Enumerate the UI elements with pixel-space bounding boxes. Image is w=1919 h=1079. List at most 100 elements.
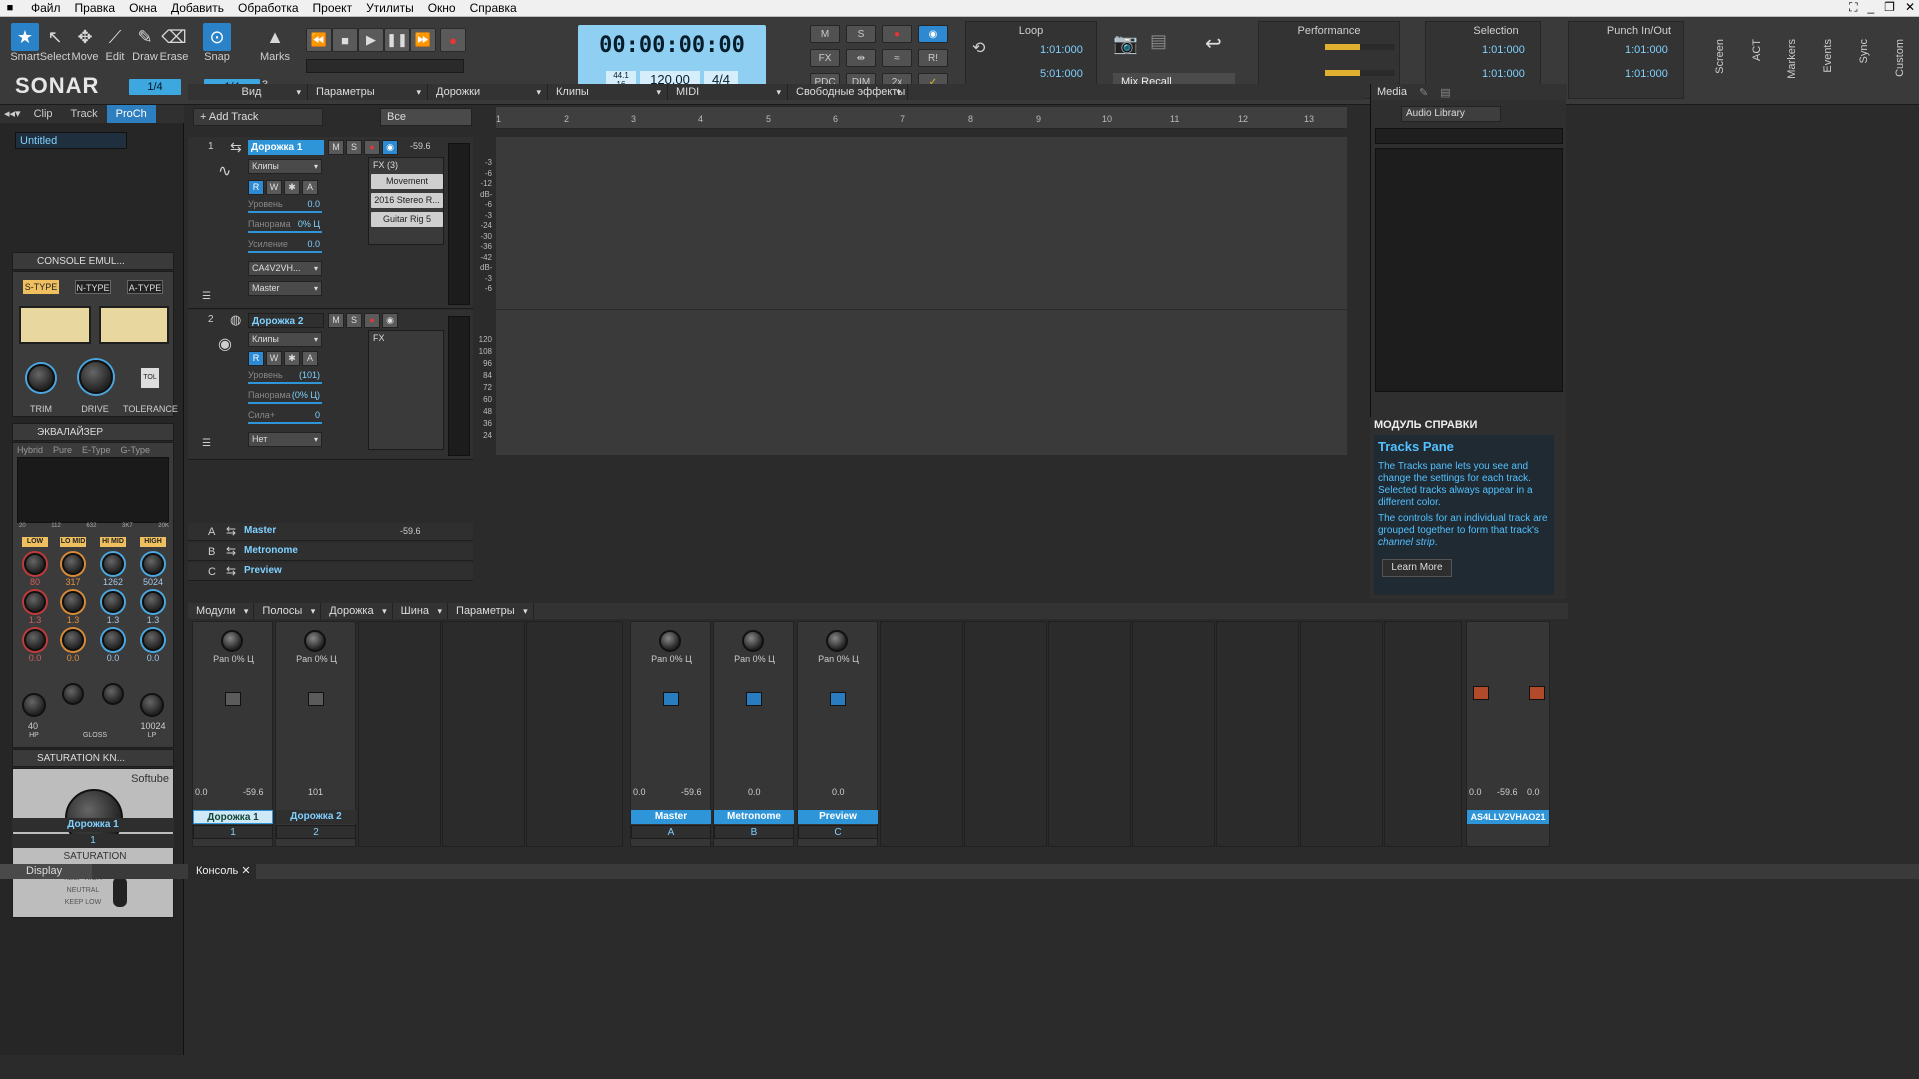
track-2-write[interactable]: W: [266, 351, 282, 366]
track-2-level[interactable]: Уровень (101): [248, 370, 322, 384]
tool-edit[interactable]: ⟋ Edit: [98, 23, 132, 83]
library-dropdown[interactable]: Audio Library: [1401, 106, 1501, 122]
events-tab[interactable]: Events: [1822, 39, 1834, 73]
loop-icon[interactable]: ⟲: [972, 38, 985, 58]
read-button[interactable]: R!: [918, 49, 948, 67]
a-type-button[interactable]: A-TYPE: [127, 280, 163, 294]
sync-tab[interactable]: Sync: [1858, 39, 1870, 63]
bus-strip[interactable]: Pan 0% Ц 0.0 -59.6 Master A: [630, 621, 711, 847]
loop-start[interactable]: 1:01:000: [1040, 44, 1083, 56]
solo-all-button[interactable]: S: [846, 25, 876, 43]
strip-name[interactable]: Preview: [798, 810, 878, 824]
minimize-icon[interactable]: _: [1867, 0, 1874, 15]
pan-knob[interactable]: [304, 630, 326, 652]
hardware-out-strip[interactable]: 0.0 -59.6 0.0 AS4LLV2VHAO21: [1466, 621, 1550, 847]
menu-help[interactable]: Справка: [463, 0, 524, 17]
preset-field[interactable]: Untitled: [15, 132, 127, 149]
track-1-archive[interactable]: A: [302, 180, 318, 195]
low-freq-knob[interactable]: [24, 553, 46, 575]
play-button[interactable]: ▶: [358, 28, 384, 52]
console-emulator-header[interactable]: CONSOLE EMUL...: [12, 252, 174, 270]
clips-pane[interactable]: [496, 137, 1347, 519]
menu-clips[interactable]: Клипы: [548, 84, 668, 100]
eq-graph[interactable]: [17, 457, 169, 523]
menu-bus[interactable]: Шина: [393, 603, 449, 619]
time-ruler[interactable]: 1 2 3 4 5 6 7 8 9 10 11 12 13: [496, 107, 1347, 129]
track-2-freeze[interactable]: ✱: [284, 351, 300, 366]
low-gain-knob[interactable]: [24, 591, 46, 613]
pan-knob[interactable]: [659, 630, 681, 652]
act-tab[interactable]: ACT: [1751, 39, 1763, 61]
volume-fader[interactable]: [830, 692, 846, 706]
pause-button[interactable]: ❚❚: [384, 28, 410, 52]
saturation-switch[interactable]: [113, 877, 127, 907]
track-2-mute[interactable]: M: [328, 313, 344, 328]
marks-button[interactable]: ▲ Marks: [258, 23, 292, 83]
saturation-header[interactable]: SATURATION KN...: [12, 749, 174, 767]
track-1-header[interactable]: 1 ⇆ Дорожка 1 M S ● ◉ -59.6 ∿ Клипы R W …: [188, 137, 473, 309]
snap-button[interactable]: ⊙ Snap: [200, 23, 234, 83]
fx-plugin[interactable]: Guitar Rig 5: [371, 212, 443, 227]
menu-view[interactable]: Вид: [188, 84, 308, 100]
track-1-read[interactable]: R: [248, 180, 264, 195]
hw-fader-left[interactable]: [1473, 686, 1489, 700]
menu-region-fx[interactable]: Свободные эффекты: [788, 84, 908, 100]
strip-name[interactable]: Дорожка 2: [276, 810, 356, 824]
lp-knob[interactable]: [140, 693, 164, 717]
drive-knob[interactable]: [79, 360, 113, 394]
track-2-fx-bin[interactable]: FX: [368, 330, 444, 450]
menu-utilities[interactable]: Утилиты: [359, 0, 421, 17]
track-2-velocity[interactable]: Сила+ 0: [248, 410, 322, 424]
track-1-clips-dropdown[interactable]: Клипы: [248, 159, 322, 174]
gloss-knob[interactable]: [62, 683, 84, 705]
menu-options[interactable]: Параметры: [308, 84, 428, 100]
high-freq-knob[interactable]: [142, 553, 164, 575]
track-1-solo[interactable]: S: [346, 140, 362, 155]
fx-plugin[interactable]: Movement: [371, 174, 443, 189]
record-button[interactable]: ●: [440, 28, 466, 52]
himid-gain-knob[interactable]: [102, 591, 124, 613]
fx-bypass-button[interactable]: FX: [810, 49, 840, 67]
eq-mode-pure[interactable]: Pure: [53, 445, 72, 455]
hp-knob[interactable]: [22, 693, 46, 717]
track-2-pan[interactable]: Панорама (0% Ц): [248, 390, 322, 404]
track-1-level[interactable]: Уровень 0.0: [248, 199, 322, 213]
add-track-button[interactable]: + Add Track: [193, 108, 323, 126]
fullscreen-icon[interactable]: ⛶: [1849, 0, 1857, 15]
track-2-solo[interactable]: S: [346, 313, 362, 328]
browser-list[interactable]: [1375, 148, 1563, 392]
selection-start[interactable]: 1:01:000: [1482, 44, 1525, 56]
display-dropdown[interactable]: Display: [0, 864, 92, 879]
lomid-freq-knob[interactable]: [62, 553, 84, 575]
pan-knob[interactable]: [826, 630, 848, 652]
track-2-output[interactable]: Нет: [248, 432, 322, 447]
close-icon[interactable]: ✕: [1905, 0, 1915, 15]
menu-tracks[interactable]: Дорожки: [428, 84, 548, 100]
track-1-mute[interactable]: M: [328, 140, 344, 155]
tab-media[interactable]: Media: [1371, 86, 1413, 98]
loop-end[interactable]: 5:01:000: [1040, 68, 1083, 80]
inspector-arrows-icon[interactable]: ◂◂▾: [0, 105, 25, 123]
bus-name[interactable]: Preview: [244, 565, 372, 579]
high-gain-knob[interactable]: [142, 591, 164, 613]
inspector-track-name[interactable]: Дорожка 1: [12, 818, 174, 832]
pan-knob[interactable]: [221, 630, 243, 652]
volume-fader[interactable]: [746, 692, 762, 706]
bus-name[interactable]: Master: [244, 525, 372, 539]
tab-clip[interactable]: Clip: [25, 105, 62, 123]
tab-track[interactable]: Track: [62, 105, 107, 123]
hw-fader-right[interactable]: [1529, 686, 1545, 700]
track-2-read[interactable]: R: [248, 351, 264, 366]
menu-file[interactable]: Файл: [24, 0, 68, 17]
tool-erase[interactable]: ⌫ Erase: [157, 23, 191, 83]
track-1-output[interactable]: Master: [248, 281, 322, 296]
snapshot-icon[interactable]: 📷: [1113, 31, 1138, 56]
envelope-button[interactable]: ≈: [882, 49, 912, 67]
automation-button[interactable]: ⇹: [846, 49, 876, 67]
bus-strip[interactable]: Pan 0% Ц 0.0 Metronome B: [713, 621, 794, 847]
menu-project[interactable]: Проект: [306, 0, 360, 17]
arm-all-button[interactable]: ●: [882, 25, 912, 43]
bus-row[interactable]: B ⇆ Metronome: [188, 543, 473, 561]
eq-mode-g-type[interactable]: G-Type: [121, 445, 151, 455]
low-q-knob[interactable]: [24, 629, 46, 651]
